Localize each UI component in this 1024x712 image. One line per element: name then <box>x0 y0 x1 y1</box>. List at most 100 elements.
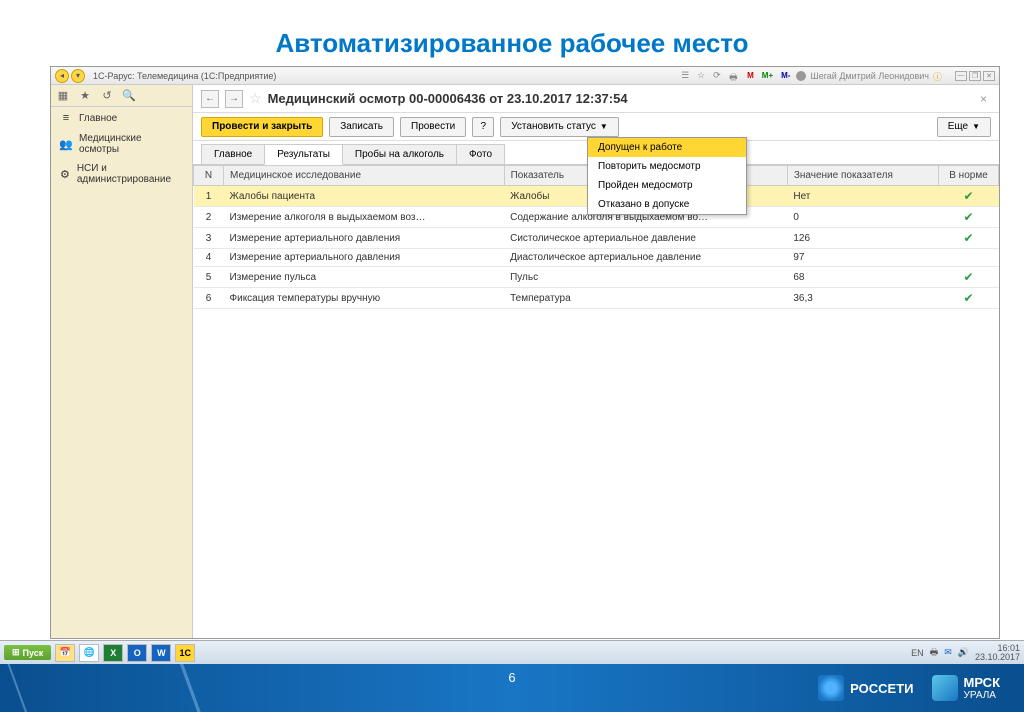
app-title: 1С-Рарус: Телемедицина (1С:Предприятие) <box>93 71 276 81</box>
status-option-denied[interactable]: Отказано в допуске <box>588 195 746 214</box>
taskbar-app-1c[interactable]: 1C <box>175 644 195 662</box>
taskbar: ⊞ Пуск 📅 🌐 X O W 1C EN 🖶 ✉ 🔊 16:01 23.10… <box>0 640 1024 664</box>
main-panel: ← → ☆ Медицинский осмотр 00-00006436 от … <box>193 85 999 638</box>
check-icon: ✔ <box>963 189 973 203</box>
apps-icon[interactable]: ▦ <box>55 88 71 104</box>
m-minus-button[interactable]: M- <box>779 71 792 80</box>
taskbar-app-word[interactable]: W <box>151 644 171 662</box>
start-label: Пуск <box>23 648 44 658</box>
cell-norm: ✔ <box>939 267 999 288</box>
tray-icon[interactable]: ✉ <box>944 647 952 658</box>
col-research[interactable]: Медицинское исследование <box>224 166 505 186</box>
set-status-label: Установить статус <box>511 121 596 132</box>
info-icon[interactable]: ⓘ <box>933 70 945 82</box>
cell-n: 1 <box>194 186 224 207</box>
sidebar-item-main[interactable]: ≡ Главное <box>51 107 192 129</box>
cell-n: 6 <box>194 288 224 309</box>
tb-icon[interactable]: ☰ <box>681 70 693 82</box>
tab-alcohol[interactable]: Пробы на алкоголь <box>342 144 457 164</box>
system-tray: EN 🖶 ✉ 🔊 16:01 23.10.2017 <box>911 644 1020 662</box>
cell-research: Измерение алкоголя в выдыхаемом воз… <box>224 207 505 228</box>
taskbar-app-outlook[interactable]: O <box>127 644 147 662</box>
start-button[interactable]: ⊞ Пуск <box>4 645 51 660</box>
col-norm[interactable]: В норме <box>939 166 999 186</box>
action-bar: Провести и закрыть Записать Провести ? У… <box>193 113 999 141</box>
close-button[interactable]: ✕ <box>983 71 995 81</box>
favorite-icon[interactable]: ☆ <box>249 90 262 107</box>
tab-results[interactable]: Результаты <box>264 144 343 165</box>
cell-n: 3 <box>194 228 224 249</box>
tb-icon[interactable]: ☆ <box>697 70 709 82</box>
star-icon[interactable]: ★ <box>77 88 93 104</box>
close-doc-button[interactable]: × <box>976 92 991 106</box>
cell-research: Измерение артериального давления <box>224 228 505 249</box>
taskbar-app-chrome[interactable]: 🌐 <box>79 644 99 662</box>
app-window: ◂ ▾ 1С-Рарус: Телемедицина (1С:Предприят… <box>50 66 1000 639</box>
clock[interactable]: 16:01 23.10.2017 <box>975 644 1020 662</box>
back-round-icon[interactable]: ◂ <box>55 69 69 83</box>
col-value[interactable]: Значение показателя <box>787 166 938 186</box>
cell-norm: ✔ <box>939 186 999 207</box>
cell-value: 97 <box>787 249 938 267</box>
chevron-down-icon: ▼ <box>972 122 980 131</box>
sidebar-item-label: Медицинские осмотры <box>79 133 184 155</box>
cell-value: 68 <box>787 267 938 288</box>
tb-icon[interactable]: ⟳ <box>713 70 725 82</box>
cell-research: Измерение артериального давления <box>224 249 505 267</box>
set-status-button[interactable]: Установить статус ▼ <box>500 117 619 137</box>
fwd-round-icon[interactable]: ▾ <box>71 69 85 83</box>
check-icon: ✔ <box>963 231 973 245</box>
maximize-button[interactable]: ❐ <box>969 71 981 81</box>
cell-norm: ✔ <box>939 288 999 309</box>
history-icon[interactable]: ↺ <box>99 88 115 104</box>
table-row[interactable]: 5Измерение пульсаПульс68✔ <box>194 267 999 288</box>
clock-date: 23.10.2017 <box>975 653 1020 662</box>
logo-mrsk-text2: УРАЛА <box>964 690 1001 701</box>
windows-icon: ⊞ <box>12 647 20 658</box>
minimize-button[interactable]: — <box>955 71 967 81</box>
table-row[interactable]: 3Измерение артериального давленияСистоли… <box>194 228 999 249</box>
footer-decoration <box>0 664 240 712</box>
tray-icon[interactable]: 🔊 <box>958 647 969 658</box>
save-button[interactable]: Записать <box>329 117 394 137</box>
sidebar-item-exams[interactable]: 👥 Медицинские осмотры <box>51 129 192 159</box>
doc-header: ← → ☆ Медицинский осмотр 00-00006436 от … <box>193 85 999 113</box>
cell-value: 126 <box>787 228 938 249</box>
cell-research: Фиксация температуры вручную <box>224 288 505 309</box>
search-icon[interactable]: 🔍 <box>121 88 137 104</box>
logo-rosseti-text: РОССЕТИ <box>850 681 913 696</box>
status-option-repeat[interactable]: Повторить медосмотр <box>588 157 746 176</box>
col-n[interactable]: N <box>194 166 224 186</box>
help-button[interactable]: ? <box>472 117 494 137</box>
tab-main[interactable]: Главное <box>201 144 265 164</box>
tb-icon[interactable]: 🖶 <box>729 70 741 82</box>
forward-button[interactable]: → <box>225 90 243 108</box>
rosseti-icon <box>818 675 844 701</box>
more-button[interactable]: Еще ▼ <box>937 117 991 137</box>
logo-mrsk: МРСК УРАЛА <box>932 675 1001 701</box>
tray-icon[interactable]: 🖶 <box>930 645 939 661</box>
doc-title: Медицинский осмотр 00-00006436 от 23.10.… <box>268 91 628 106</box>
status-option-allowed[interactable]: Допущен к работе <box>588 138 746 157</box>
cell-norm: ✔ <box>939 207 999 228</box>
sidebar-item-admin[interactable]: ⚙ НСИ и администрирование <box>51 159 192 189</box>
lang-indicator[interactable]: EN <box>911 648 924 658</box>
tab-photo[interactable]: Фото <box>456 144 505 164</box>
post-button[interactable]: Провести <box>400 117 466 137</box>
taskbar-app[interactable]: 📅 <box>55 644 75 662</box>
post-and-close-button[interactable]: Провести и закрыть <box>201 117 323 137</box>
sidebar-toolbar: ▦ ★ ↺ 🔍 <box>51 85 192 107</box>
table-row[interactable]: 6Фиксация температуры вручнуюТемпература… <box>194 288 999 309</box>
back-button[interactable]: ← <box>201 90 219 108</box>
cell-n: 4 <box>194 249 224 267</box>
m-button[interactable]: M <box>745 71 756 80</box>
cell-n: 5 <box>194 267 224 288</box>
check-icon: ✔ <box>963 210 973 224</box>
cell-n: 2 <box>194 207 224 228</box>
table-row[interactable]: 4Измерение артериального давленияДиастол… <box>194 249 999 267</box>
gear-icon: ⚙ <box>59 167 71 181</box>
list-icon: ≡ <box>59 111 73 125</box>
status-option-passed[interactable]: Пройден медосмотр <box>588 176 746 195</box>
m-plus-button[interactable]: M+ <box>760 71 775 80</box>
taskbar-app-excel[interactable]: X <box>103 644 123 662</box>
